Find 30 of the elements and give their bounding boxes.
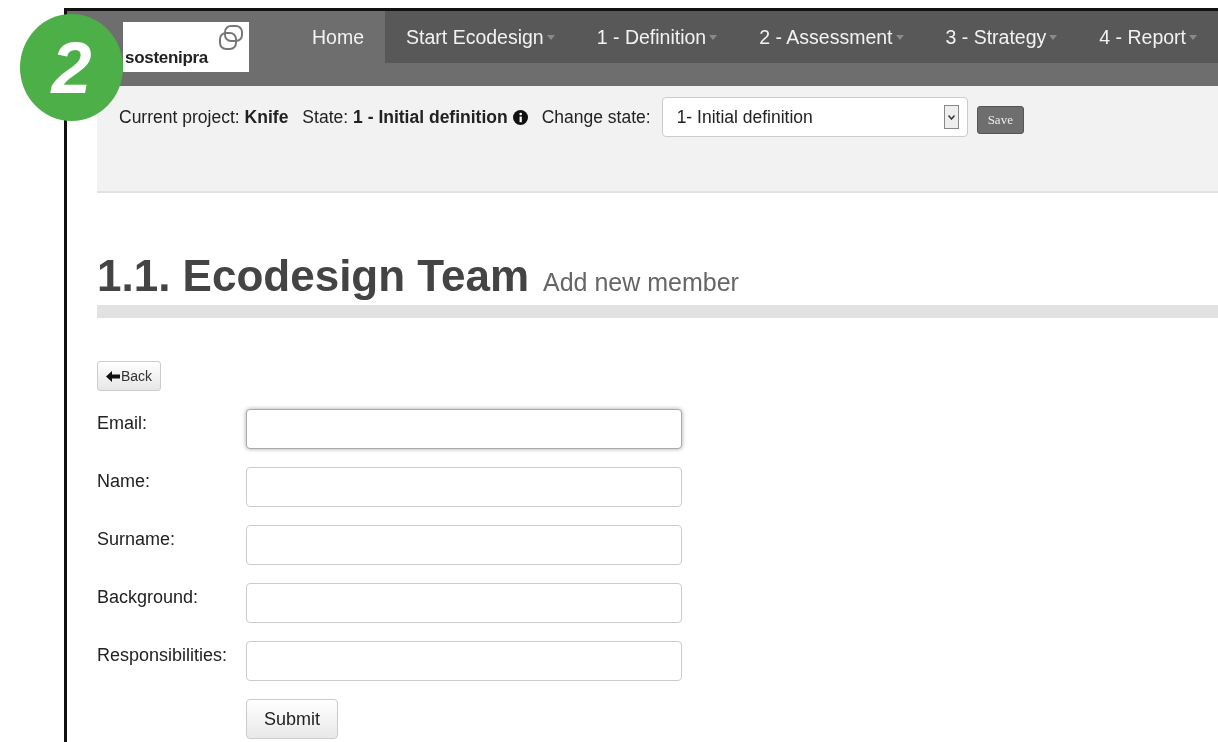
input-field[interactable] (246, 467, 682, 507)
page-title: 1.1. Ecodesign Team (97, 251, 529, 301)
nav-tab[interactable]: 2 - Assessment (738, 11, 925, 63)
nav-tab[interactable]: Home (291, 11, 386, 63)
input-field[interactable] (246, 409, 682, 449)
field-label: Responsibilities: (97, 644, 229, 666)
arrow-left-icon (106, 370, 120, 382)
chevron-down-icon (947, 114, 955, 120)
state-label: State: (302, 106, 349, 128)
field-label: Surname: (97, 528, 177, 550)
change-state-label: Change state: (541, 106, 651, 128)
input-field[interactable] (246, 525, 682, 565)
project-name: Knife (244, 106, 289, 128)
nav-tab[interactable]: 3 - Strategy (924, 11, 1079, 63)
submit-button[interactable]: Submit (246, 699, 339, 739)
field-label: Email: (97, 412, 148, 434)
page-subtitle: Add new member (543, 268, 739, 297)
input-field[interactable] (246, 641, 682, 681)
nav-tab[interactable]: Start Ecodesign (385, 11, 576, 63)
save-button[interactable]: Save (976, 106, 1024, 134)
state-select[interactable]: 1- Initial definition (661, 97, 968, 137)
state-value: 1 - Initial definition (353, 106, 508, 128)
logo[interactable]: sostenipra (123, 22, 249, 72)
input-field[interactable] (246, 583, 682, 623)
nav-tab[interactable]: 1 - Definition (575, 11, 739, 63)
back-button[interactable]: Back (97, 361, 162, 391)
field-label: Background: (97, 586, 200, 608)
nav-tab[interactable]: 4 - Report (1078, 11, 1218, 63)
field-label: Name: (97, 470, 151, 492)
info-icon[interactable] (512, 109, 528, 125)
